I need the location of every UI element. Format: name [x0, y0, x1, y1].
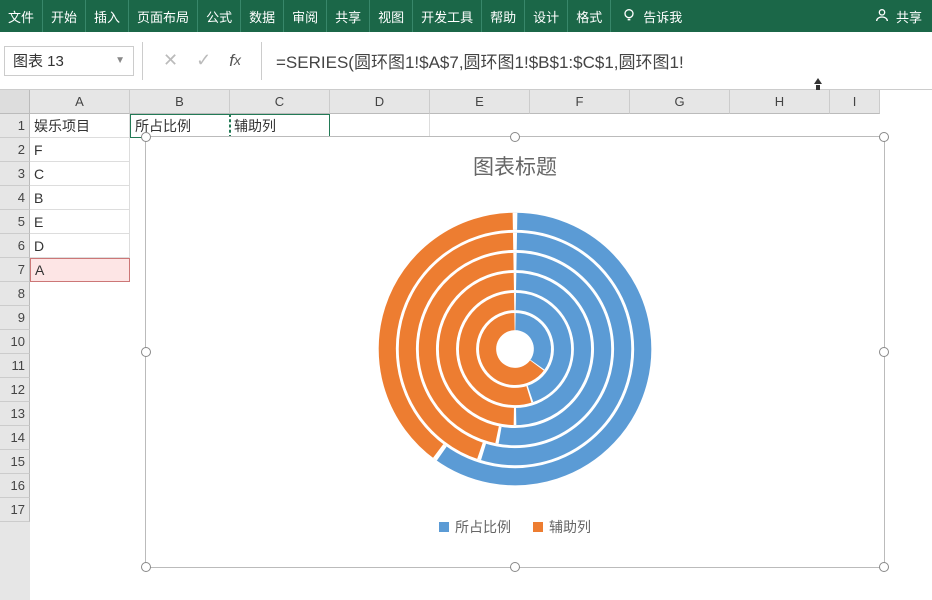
row-header-5[interactable]: 5 — [0, 210, 30, 234]
select-all-corner[interactable] — [0, 90, 30, 114]
col-header-f[interactable]: F — [530, 90, 630, 114]
tab-data[interactable]: 数据 — [241, 0, 284, 32]
chart-resize-handle[interactable] — [510, 132, 520, 142]
cell-a4[interactable]: B — [30, 186, 130, 210]
col-header-e[interactable]: E — [430, 90, 530, 114]
tab-insert[interactable]: 插入 — [86, 0, 129, 32]
row-header-15[interactable]: 15 — [0, 450, 30, 474]
enter-icon[interactable]: ✓ — [196, 50, 211, 71]
row-header-6[interactable]: 6 — [0, 234, 30, 258]
row-header-8[interactable]: 8 — [0, 282, 30, 306]
tab-review[interactable]: 审阅 — [284, 0, 327, 32]
name-box-value: 图表 13 — [13, 50, 64, 71]
cell-d1[interactable] — [330, 114, 430, 138]
tab-format[interactable]: 格式 — [568, 0, 611, 32]
tab-developer[interactable]: 开发工具 — [413, 0, 482, 32]
cell-a6[interactable]: D — [30, 234, 130, 258]
legend-item-1[interactable]: 所占比例 — [439, 517, 511, 537]
col-header-h[interactable]: H — [730, 90, 830, 114]
cell-a1[interactable]: 娱乐项目 — [30, 114, 130, 138]
tab-share[interactable]: 共享 — [327, 0, 370, 32]
column-headers: A B C D E F G H I — [30, 90, 932, 114]
row-header-17[interactable]: 17 — [0, 498, 30, 522]
cell-c1[interactable]: 辅助列 — [230, 114, 330, 138]
cell-a3[interactable]: C — [30, 162, 130, 186]
tab-formulas[interactable]: 公式 — [198, 0, 241, 32]
chart-resize-handle[interactable] — [879, 132, 889, 142]
cell-a7[interactable]: A — [30, 258, 130, 282]
tab-design[interactable]: 设计 — [525, 0, 568, 32]
cell-a2[interactable]: F — [30, 138, 130, 162]
row-header-13[interactable]: 13 — [0, 402, 30, 426]
chart-resize-handle[interactable] — [141, 347, 151, 357]
chart-object[interactable]: 图表标题 所占比例 辅助列 — [145, 136, 885, 568]
row-header-16[interactable]: 16 — [0, 474, 30, 498]
tab-file[interactable]: 文件 — [0, 0, 43, 32]
formula-bar: 图表 13 ▼ ✕ ✓ fx — [0, 32, 932, 90]
cell-a5[interactable]: E — [30, 210, 130, 234]
share-label: 共享 — [896, 7, 922, 26]
col-header-c[interactable]: C — [230, 90, 330, 114]
row-headers: 1 2 3 4 5 6 7 8 9 10 11 12 13 14 15 16 1… — [0, 90, 30, 600]
col-header-a[interactable]: A — [30, 90, 130, 114]
tell-me-box[interactable]: 告诉我 — [611, 7, 692, 26]
tab-home[interactable]: 开始 — [43, 0, 86, 32]
sheet-body[interactable]: A B C D E F G H I 娱乐项目 所占比例 辅助列 F C B E … — [30, 90, 932, 600]
row-header-10[interactable]: 10 — [0, 330, 30, 354]
legend-label-1: 所占比例 — [455, 517, 511, 537]
lightbulb-icon — [621, 7, 637, 26]
row-header-3[interactable]: 3 — [0, 162, 30, 186]
chart-resize-handle[interactable] — [141, 132, 151, 142]
cancel-icon[interactable]: ✕ — [163, 50, 178, 71]
col-header-b[interactable]: B — [130, 90, 230, 114]
row-header-2[interactable]: 2 — [0, 138, 30, 162]
row-header-7[interactable]: 7 — [0, 258, 30, 282]
chart-resize-handle[interactable] — [141, 562, 151, 572]
spreadsheet-grid[interactable]: 1 2 3 4 5 6 7 8 9 10 11 12 13 14 15 16 1… — [0, 90, 932, 600]
row-header-14[interactable]: 14 — [0, 426, 30, 450]
row-header-11[interactable]: 11 — [0, 354, 30, 378]
chart-resize-handle[interactable] — [879, 562, 889, 572]
legend-swatch-blue — [439, 522, 449, 532]
legend-label-2: 辅助列 — [549, 517, 591, 537]
chart-plot-area[interactable] — [146, 189, 884, 509]
name-box[interactable]: 图表 13 ▼ — [4, 46, 134, 76]
share-button[interactable]: 共享 — [864, 7, 932, 26]
person-icon — [874, 7, 890, 26]
ribbon: 文件 开始 插入 页面布局 公式 数据 审阅 共享 视图 开发工具 帮助 设计 … — [0, 0, 932, 32]
tab-help[interactable]: 帮助 — [482, 0, 525, 32]
chart-title[interactable]: 图表标题 — [146, 137, 884, 189]
col-header-g[interactable]: G — [630, 90, 730, 114]
formula-buttons: ✕ ✓ fx — [151, 50, 253, 71]
legend-item-2[interactable]: 辅助列 — [533, 517, 591, 537]
chart-resize-handle[interactable] — [510, 562, 520, 572]
col-header-i[interactable]: I — [830, 90, 880, 114]
row-header-1[interactable]: 1 — [0, 114, 30, 138]
chart-resize-handle[interactable] — [879, 347, 889, 357]
fx-icon[interactable]: fx — [229, 51, 241, 71]
row-header-9[interactable]: 9 — [0, 306, 30, 330]
tab-page-layout[interactable]: 页面布局 — [129, 0, 198, 32]
row-header-12[interactable]: 12 — [0, 378, 30, 402]
tab-view[interactable]: 视图 — [370, 0, 413, 32]
row-header-4[interactable]: 4 — [0, 186, 30, 210]
formula-input[interactable] — [270, 46, 928, 76]
legend-swatch-orange — [533, 522, 543, 532]
chevron-down-icon[interactable]: ▼ — [115, 55, 125, 66]
chart-legend[interactable]: 所占比例 辅助列 — [146, 509, 884, 537]
tell-me-label: 告诉我 — [643, 7, 682, 26]
doughnut-chart-svg — [370, 204, 660, 494]
col-header-d[interactable]: D — [330, 90, 430, 114]
